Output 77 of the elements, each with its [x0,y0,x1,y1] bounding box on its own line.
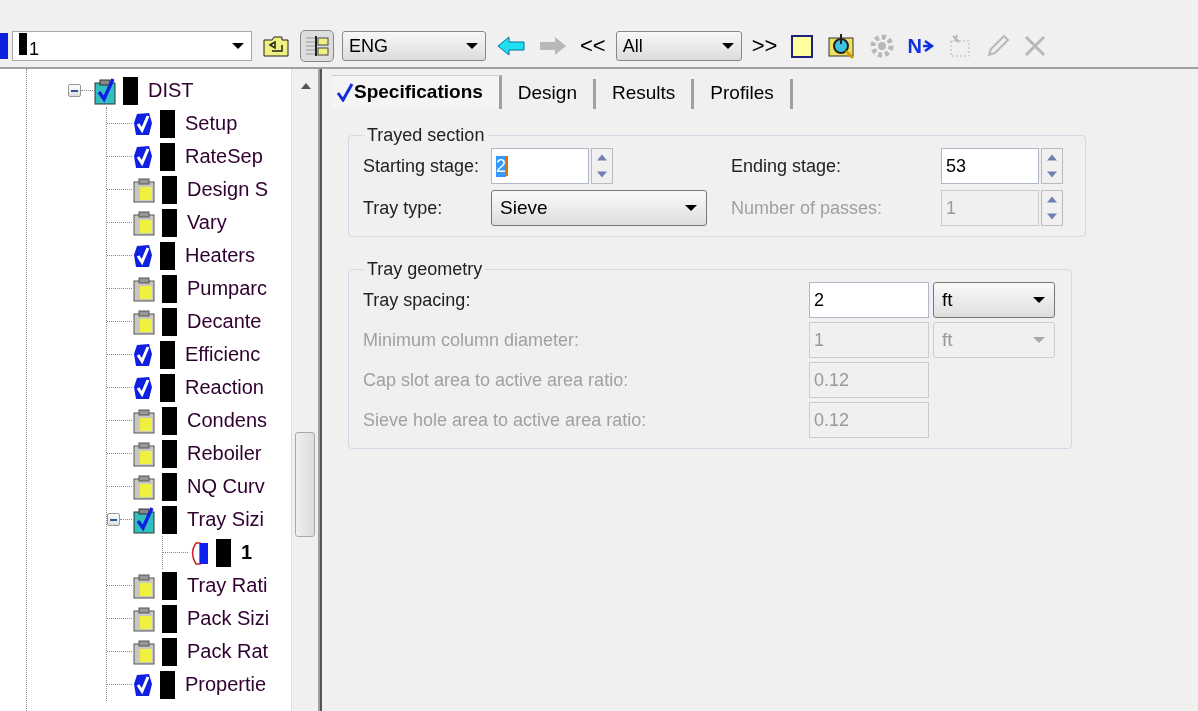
field-label: Cap slot area to active area ratio: [363,369,630,391]
tree-item-label[interactable]: NQ Curv [187,475,265,498]
spin-buttons-icon[interactable] [591,148,613,184]
tree-item-label[interactable]: Efficienc [185,343,261,366]
redaction-mark [123,76,138,105]
tree-item-label[interactable]: Reaction [185,376,264,399]
redaction-mark [160,241,175,270]
tree-item-label[interactable]: Tray Sizi [187,508,265,531]
tray-type-dropdown[interactable]: Sieve [491,190,707,226]
next-input-button[interactable]: N [905,30,937,62]
field-label: Tray spacing: [363,289,472,311]
field-label: Minimum column diameter: [363,329,581,351]
number-field[interactable]: 53 [941,148,1039,184]
redaction-mark [162,307,177,336]
field-label: Ending stage: [731,155,843,177]
tree-item-label[interactable]: Tray Rati [187,574,268,597]
filter-dropdown[interactable]: All [615,31,742,61]
tree-item-label[interactable]: RateSep [185,145,263,168]
redaction-mark [162,505,177,534]
dropdown-arrow-icon [465,42,479,50]
scroll-thumb[interactable] [295,432,315,537]
tree-view-icon[interactable] [300,30,334,62]
tree-item-label[interactable]: Decante [187,310,262,333]
dropdown-arrow-icon [1032,336,1046,344]
redaction-mark [162,472,177,501]
spin-buttons-icon[interactable] [1041,148,1063,184]
redaction-mark [162,208,177,237]
tree-item-label[interactable]: Setup [185,112,238,135]
dropdown-arrow-icon [1032,296,1046,304]
redaction-mark [160,109,175,138]
tree-item-label[interactable]: Condens [187,409,268,432]
group-title: Trayed section [366,125,486,146]
tree-item-label[interactable]: 1 [241,541,253,564]
redaction-mark [162,604,177,633]
dropdown-arrow-icon [231,42,245,50]
redaction-mark [162,571,177,600]
tree-item-label[interactable]: Reboiler [187,442,262,465]
value-field[interactable]: 2 [809,282,929,318]
nav-button[interactable]: >> [749,30,780,62]
scrollbar[interactable] [291,69,318,711]
field-label: Sieve hole area to active area ratio: [363,409,648,431]
dropdown-arrow-icon [684,204,698,212]
nav-button[interactable]: << [578,30,608,62]
tree-item-label[interactable]: DIST [148,79,194,102]
object-combo[interactable]: 1 [12,31,252,61]
redaction-mark [160,142,175,171]
redaction-mark [162,637,177,666]
scroll-up-icon[interactable] [300,82,312,90]
field-label: Number of passes: [731,197,884,219]
redaction-mark [162,175,177,204]
tree-item-label[interactable]: Vary [187,211,227,234]
group-title: Tray geometry [366,259,484,280]
tree-item-label[interactable]: Pack Sizi [187,607,270,630]
tree-item-label[interactable]: Heaters [185,244,256,267]
dropdown-arrow-icon [720,42,735,50]
field-label: Tray type: [363,197,444,219]
field-label: Starting stage: [363,155,481,177]
spin-buttons-icon[interactable] [1041,190,1063,226]
arrow-icon [922,39,935,53]
check-icon [336,81,354,102]
redaction-mark [162,439,177,468]
redaction-mark [160,670,175,699]
collapse-toggle[interactable] [107,513,120,526]
redaction-mark [162,274,177,303]
stream-icon [0,33,8,59]
tree-item-label[interactable]: Design S [187,178,269,201]
collapse-toggle[interactable] [68,84,81,97]
unit-dropdown[interactable]: ft [933,282,1055,318]
units-dropdown[interactable]: ENG [342,31,486,61]
redaction-mark [160,340,175,369]
tab[interactable]: Specifications [332,75,502,109]
tree-item-label[interactable]: Pack Rat [187,640,269,663]
redaction-mark [162,406,177,435]
redaction-mark [216,538,231,567]
tree-item-label[interactable]: Propertie [185,673,267,696]
redaction-mark [160,373,175,402]
tree-item-label[interactable]: Pumparc [187,277,268,300]
